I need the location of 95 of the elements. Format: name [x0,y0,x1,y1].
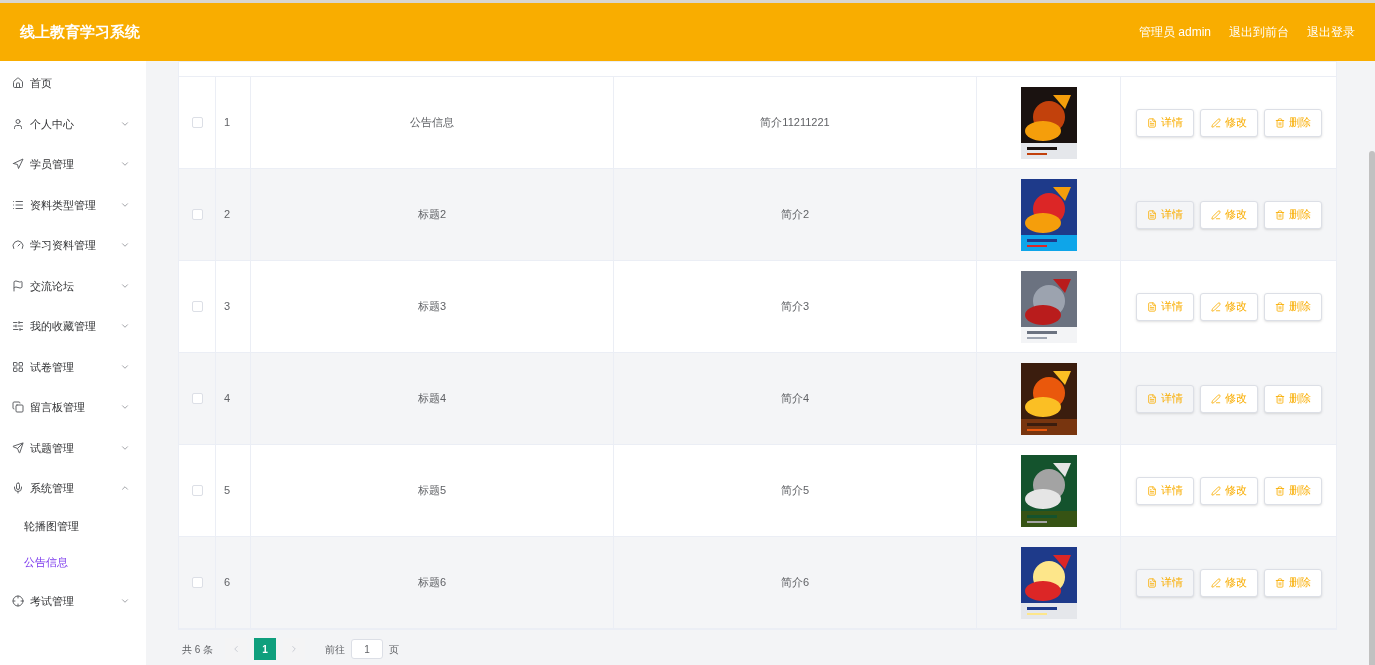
delete-button[interactable]: 删除 [1263,108,1322,137]
gauge-icon [12,239,24,252]
document-icon [1146,393,1157,404]
row-index: 2 [224,207,231,223]
sidebar-item[interactable]: 交流论坛 [0,265,146,306]
details-button[interactable]: 详情 [1135,108,1194,137]
sidebar-item[interactable]: 试题管理 [0,427,146,468]
pen-icon [1210,393,1221,404]
title-text: 公告信息 [410,115,454,131]
sidebar-item[interactable]: 个人中心 [0,103,146,144]
microphone-icon [12,482,24,495]
pen-icon [1210,209,1221,220]
sidebar-item[interactable]: 首页 [0,63,146,104]
sidebar-item[interactable]: 试卷管理 [0,346,146,387]
page-suffix: 页 [389,642,400,657]
row-index: 3 [224,299,231,315]
intro-text: 简介5 [780,483,810,499]
row-checkbox[interactable] [191,577,203,588]
title-text: 标题2 [417,207,447,223]
title-text: 标题6 [417,575,447,591]
intro-text: 简介11211221 [760,115,830,131]
details-button[interactable]: 详情 [1135,384,1194,413]
edit-button[interactable]: 修改 [1199,200,1258,229]
trash-icon [1274,393,1285,404]
delete-button[interactable]: 删除 [1263,476,1322,505]
document-icon [1146,301,1157,312]
page-input[interactable]: 1 [351,639,384,659]
title-text: 标题4 [417,391,447,407]
document-icon [1146,485,1157,496]
grid-icon [12,360,24,373]
details-button[interactable]: 详情 [1135,476,1194,505]
intro-text: 简介2 [780,207,810,223]
flag-icon [12,279,24,292]
sidebar-item[interactable]: 考试管理 [0,580,146,621]
trash-icon [1274,209,1285,220]
document-icon [1146,117,1157,128]
header-link[interactable]: 退出到前台 [1229,23,1289,41]
delete-button[interactable]: 删除 [1263,200,1322,229]
edit-button[interactable]: 修改 [1199,292,1258,321]
page-button[interactable]: 1 [254,638,277,660]
edit-button[interactable]: 修改 [1199,476,1258,505]
pen-icon [1210,301,1221,312]
pen-icon [1210,117,1221,128]
edit-button[interactable]: 修改 [1199,384,1258,413]
sidebar-item[interactable]: 学习资料管理 [0,225,146,266]
trash-icon [1274,485,1285,496]
delete-button[interactable]: 删除 [1263,384,1322,413]
home-icon [12,77,24,90]
row-checkbox[interactable] [191,209,203,220]
delete-button[interactable]: 删除 [1263,568,1322,597]
title-text: 标题3 [417,299,447,315]
row-checkbox[interactable] [191,485,203,496]
trash-icon [1274,117,1285,128]
sidebar-item[interactable]: 留言板管理 [0,387,146,428]
pen-icon [1210,485,1221,496]
details-button[interactable]: 详情 [1135,200,1194,229]
trash-icon [1274,301,1285,312]
send-icon [12,441,24,454]
user-icon [12,117,24,130]
document-icon [1146,577,1157,588]
sliders-icon [12,320,24,333]
trash-icon [1274,577,1285,588]
app-title: 线上教育学习系统 [20,21,140,42]
submenu-item[interactable]: 轮播图管理 [0,508,146,545]
user-label: 管理员 admin [1138,24,1211,41]
navigation-icon [12,158,24,171]
document-icon [1146,209,1157,220]
goto-label: 前往 [325,642,346,657]
row-index: 6 [224,575,231,591]
copy-icon [12,401,24,414]
delete-button[interactable]: 删除 [1263,292,1322,321]
header-link[interactable]: 退出登录 [1307,23,1355,41]
row-checkbox[interactable] [191,301,203,312]
details-button[interactable]: 详情 [1135,568,1194,597]
pen-icon [1210,577,1221,588]
title-text: 标题5 [417,483,447,499]
intro-text: 简介6 [780,575,810,591]
edit-button[interactable]: 修改 [1199,568,1258,597]
row-index: 4 [224,391,231,407]
details-button[interactable]: 详情 [1135,292,1194,321]
sidebar-item[interactable]: 我的收藏管理 [0,306,146,347]
row-index: 5 [224,483,231,499]
row-checkbox[interactable] [191,117,203,128]
intro-text: 简介3 [780,299,810,315]
row-index: 1 [224,115,231,131]
submenu-item[interactable]: 公告信息 [0,544,146,581]
crosshair-icon [12,594,24,607]
sidebar-item[interactable]: 学员管理 [0,144,146,185]
sidebar-item[interactable]: 系统管理 [0,468,146,509]
intro-text: 简介4 [780,391,810,407]
total-count: 共 6 条 [182,642,214,657]
sidebar-item[interactable]: 资料类型管理 [0,184,146,225]
list-icon [12,198,24,211]
edit-button[interactable]: 修改 [1199,108,1258,137]
row-checkbox[interactable] [191,393,203,404]
